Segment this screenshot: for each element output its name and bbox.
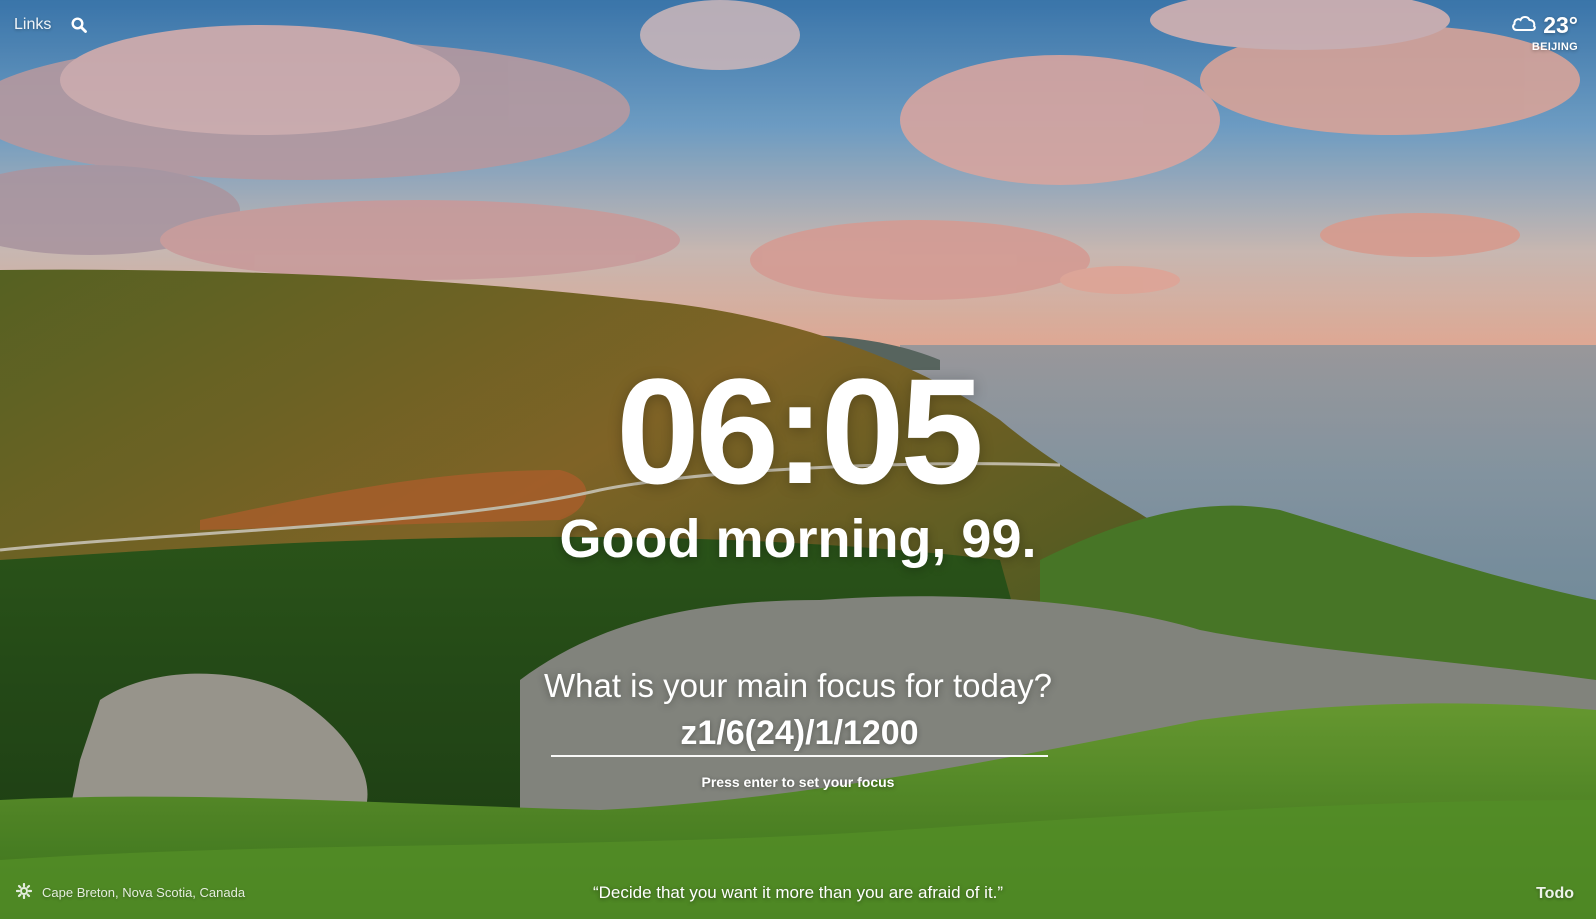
clock: 06:05 — [616, 347, 984, 515]
weather-widget[interactable]: 23° BEIJING — [1511, 12, 1578, 53]
focus-question: What is your main focus for today? — [543, 667, 1053, 704]
search-icon[interactable] — [71, 17, 88, 33]
weather-city: BEIJING — [1531, 41, 1578, 53]
weather-temperature: 23° — [1543, 12, 1578, 38]
greeting: Good morning, 99. — [559, 509, 1037, 569]
focus-input[interactable] — [551, 714, 1048, 757]
cloud-icon — [1511, 13, 1537, 38]
top-left-bar: Links — [14, 16, 88, 34]
links-button[interactable]: Links — [14, 16, 51, 34]
quote[interactable]: “Decide that you want it more than you a… — [0, 883, 1596, 903]
focus-hint: Press enter to set your focus — [701, 774, 895, 790]
focus-input-wrapper — [551, 714, 1048, 757]
todo-button[interactable]: Todo — [1536, 885, 1574, 903]
